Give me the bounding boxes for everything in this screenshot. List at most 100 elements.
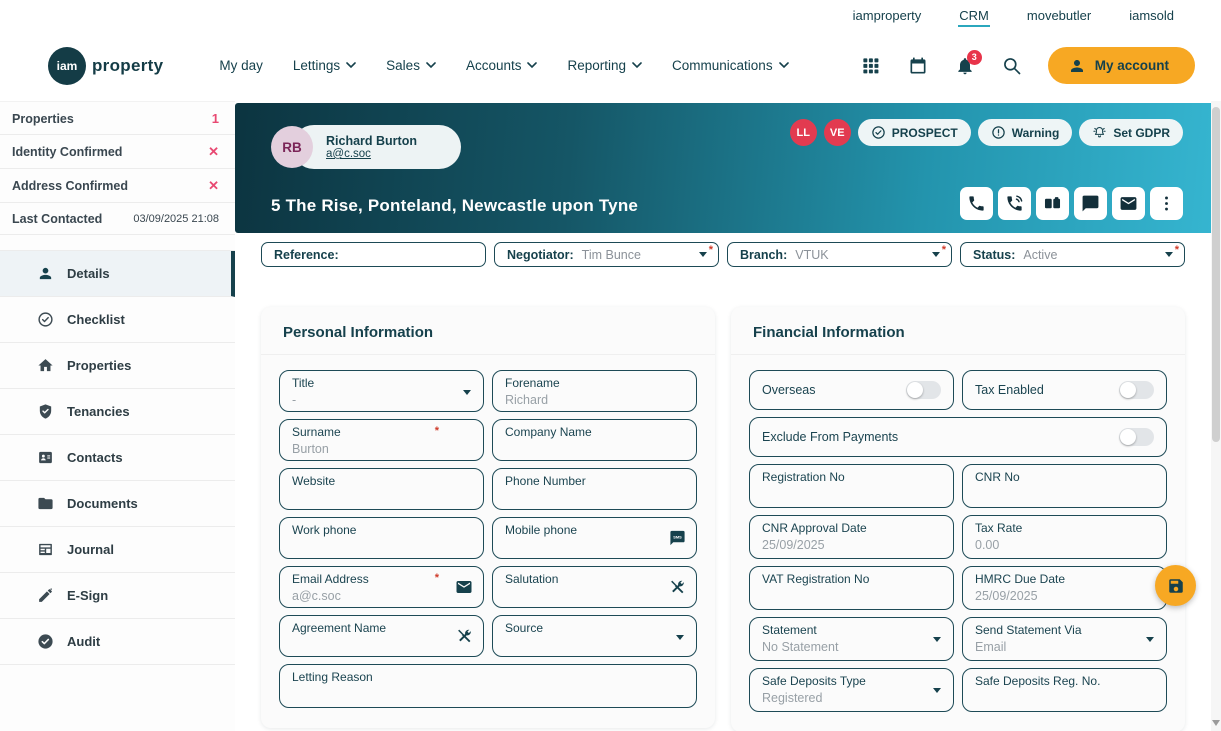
chevron-down-icon bbox=[426, 62, 436, 69]
chevron-down-icon bbox=[699, 252, 707, 257]
safe-deposits-reg-no-input[interactable]: Safe Deposits Reg. No. bbox=[962, 668, 1167, 712]
contact-hero-banner: RB Richard Burton a@c.soc LL VE PROSPECT bbox=[235, 103, 1221, 233]
cnr-approval-date-input[interactable]: CNR Approval Date 25/09/2025 bbox=[749, 515, 954, 559]
sidebar-item-journal[interactable]: Journal bbox=[0, 527, 235, 573]
overseas-toggle[interactable] bbox=[906, 381, 941, 399]
contact-email-link[interactable]: a@c.soc bbox=[326, 148, 417, 160]
sidebar-item-label: Details bbox=[67, 266, 110, 281]
pen-icon bbox=[36, 587, 54, 605]
surname-input[interactable]: Surname Burton * bbox=[279, 419, 484, 461]
email-address-input[interactable]: Email Address a@c.soc * bbox=[279, 566, 484, 608]
chevron-down-icon bbox=[632, 62, 642, 69]
cnr-no-input[interactable]: CNR No bbox=[962, 464, 1167, 508]
sidebar-item-label: Contacts bbox=[67, 450, 123, 465]
scrollbar-thumb[interactable] bbox=[1212, 107, 1220, 442]
warning-icon bbox=[992, 126, 1005, 139]
website-input[interactable]: Website bbox=[279, 468, 484, 510]
required-asterisk: * bbox=[1174, 244, 1179, 256]
nav-accounts[interactable]: Accounts bbox=[466, 58, 538, 73]
mobile-phone-input[interactable]: Mobile phone SMS bbox=[492, 517, 697, 559]
registration-no-input[interactable]: Registration No bbox=[749, 464, 954, 508]
sidebar-item-audit[interactable]: Audit bbox=[0, 619, 235, 665]
sidebar-item-tenancies[interactable]: Tenancies bbox=[0, 389, 235, 435]
letting-reason-input[interactable]: Letting Reason bbox=[279, 664, 697, 708]
apps-grid-icon[interactable] bbox=[860, 55, 882, 77]
nav-communications[interactable]: Communications bbox=[672, 58, 789, 73]
search-icon[interactable] bbox=[1001, 55, 1023, 77]
field-label: Tax Rate bbox=[975, 521, 1023, 535]
tools-icon[interactable] bbox=[456, 628, 473, 645]
contact-name-chip: Richard Burton a@c.soc bbox=[292, 125, 461, 169]
phone-number-input[interactable]: Phone Number bbox=[492, 468, 697, 510]
call-out-button[interactable] bbox=[998, 187, 1031, 220]
overseas-toggle-field: Overseas bbox=[749, 370, 954, 410]
nav-reporting[interactable]: Reporting bbox=[567, 58, 642, 73]
tools-icon[interactable] bbox=[669, 579, 686, 596]
nav-lettings[interactable]: Lettings bbox=[293, 58, 356, 73]
reference-input[interactable]: Reference: bbox=[261, 242, 486, 267]
field-label: Phone Number bbox=[505, 474, 586, 488]
contact-action-buttons bbox=[960, 187, 1183, 220]
agreement-name-input[interactable]: Agreement Name bbox=[279, 615, 484, 657]
sidebar-item-e-sign[interactable]: E-Sign bbox=[0, 573, 235, 619]
statement-select[interactable]: Statement No Statement bbox=[749, 617, 954, 661]
link-iamsold[interactable]: iamsold bbox=[1128, 4, 1175, 27]
stat-label: Address Confirmed bbox=[12, 179, 128, 193]
hmrc-due-date-input[interactable]: HMRC Due Date 25/09/2025 bbox=[962, 566, 1167, 610]
link-movebutler[interactable]: movebutler bbox=[1026, 4, 1092, 27]
nav-label: Sales bbox=[386, 58, 420, 73]
contact-book-button[interactable] bbox=[1036, 187, 1069, 220]
iamproperty-logo: iam property bbox=[48, 46, 163, 85]
sidebar-item-label: Audit bbox=[67, 634, 101, 649]
warning-pill[interactable]: Warning bbox=[977, 119, 1073, 146]
status-select[interactable]: Status: Active * bbox=[960, 242, 1185, 267]
branch-select[interactable]: Branch: VTUK * bbox=[727, 242, 952, 267]
sidebar-item-properties[interactable]: Properties bbox=[0, 343, 235, 389]
title-select[interactable]: Title - bbox=[279, 370, 484, 412]
header-actions: 3 My account bbox=[860, 47, 1195, 84]
sidebar-item-documents[interactable]: Documents bbox=[0, 481, 235, 527]
link-crm[interactable]: CRM bbox=[958, 4, 990, 27]
save-button[interactable] bbox=[1155, 565, 1196, 606]
tax-enabled-toggle[interactable] bbox=[1119, 381, 1154, 399]
company-name-input[interactable]: Company Name bbox=[492, 419, 697, 461]
journal-icon bbox=[36, 541, 54, 559]
field-label: Statement bbox=[762, 623, 817, 637]
calendar-icon[interactable] bbox=[907, 55, 929, 77]
vat-registration-no-input[interactable]: VAT Registration No bbox=[749, 566, 954, 610]
email-button[interactable] bbox=[1112, 187, 1145, 220]
scrollbar-down-arrow[interactable] bbox=[1212, 720, 1220, 726]
field-label: Email Address bbox=[292, 572, 369, 586]
sidebar-item-contacts[interactable]: Contacts bbox=[0, 435, 235, 481]
safe-deposits-type-select[interactable]: Safe Deposits Type Registered bbox=[749, 668, 954, 712]
field-label: Send Statement Via bbox=[975, 623, 1082, 637]
send-statement-via-select[interactable]: Send Statement Via Email bbox=[962, 617, 1167, 661]
sidebar-item-checklist[interactable]: Checklist bbox=[0, 297, 235, 343]
stat-label: Properties bbox=[12, 111, 74, 126]
forename-input[interactable]: Forename Richard bbox=[492, 370, 697, 412]
sidebar-item-label: Checklist bbox=[67, 312, 125, 327]
envelope-icon[interactable] bbox=[455, 578, 473, 596]
link-iamproperty[interactable]: iamproperty bbox=[852, 4, 923, 27]
more-menu-button[interactable] bbox=[1150, 187, 1183, 220]
nav-my-day[interactable]: My day bbox=[219, 58, 263, 73]
source-select[interactable]: Source bbox=[492, 615, 697, 657]
sidebar-item-details[interactable]: Details bbox=[0, 251, 235, 297]
cross-icon: ✕ bbox=[208, 178, 219, 193]
negotiator-select[interactable]: Negotiator: Tim Bunce * bbox=[494, 242, 719, 267]
tax-rate-input[interactable]: Tax Rate 0.00 bbox=[962, 515, 1167, 559]
set-gdpr-pill[interactable]: Set GDPR bbox=[1079, 119, 1183, 146]
notifications-bell-icon[interactable]: 3 bbox=[954, 49, 982, 77]
nav-label: Communications bbox=[672, 58, 773, 73]
work-phone-input[interactable]: Work phone bbox=[279, 517, 484, 559]
call-button[interactable] bbox=[960, 187, 993, 220]
prospect-pill[interactable]: PROSPECT bbox=[857, 119, 971, 146]
required-asterisk: * bbox=[941, 244, 946, 256]
sms-icon[interactable]: SMS bbox=[669, 530, 686, 547]
chat-button[interactable] bbox=[1074, 187, 1107, 220]
nav-sales[interactable]: Sales bbox=[386, 58, 436, 73]
pill-label: Set GDPR bbox=[1113, 125, 1170, 140]
my-account-button[interactable]: My account bbox=[1047, 47, 1195, 84]
salutation-input[interactable]: Salutation bbox=[492, 566, 697, 608]
exclude-from-payments-toggle[interactable] bbox=[1119, 428, 1154, 446]
